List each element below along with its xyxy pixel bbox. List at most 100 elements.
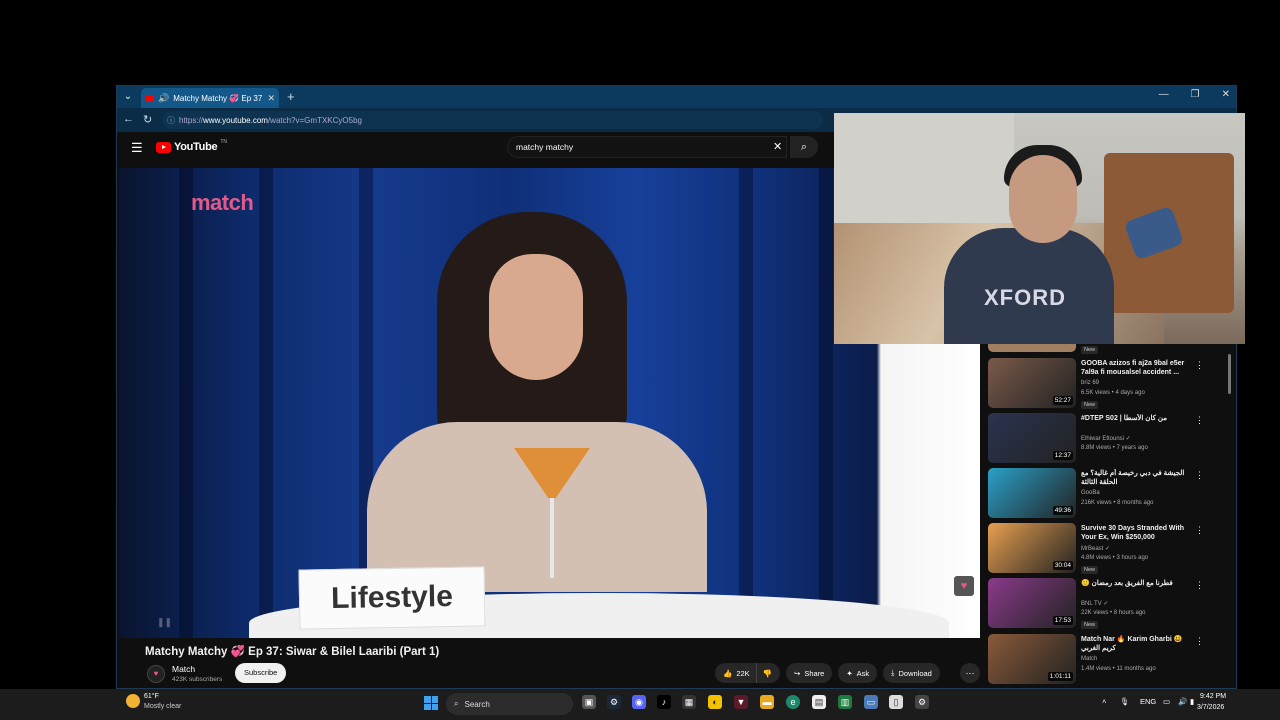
address-bar[interactable]: ⓘ https://www.youtube.com/watch?v=GmTXKC… [163, 111, 823, 129]
video-thumbnail[interactable]: 17:53 [988, 578, 1076, 628]
list-item[interactable]: 17:53 🙂 فطرنا مع الفريق بعد رمضان BNL TV ✓… [987, 578, 1227, 630]
new-badge: New [1081, 401, 1099, 409]
video-thumbnail[interactable]: 49:36 [988, 468, 1076, 518]
channel-name: briz 69 [1081, 380, 1100, 386]
video-meta: 1.4M views • 11 months ago [1081, 666, 1156, 672]
video-thumbnail[interactable]: 30:04 [988, 523, 1076, 573]
battery-icon[interactable]: ▮ [1190, 697, 1194, 706]
yellow-app-icon[interactable]: ◐ [708, 695, 722, 709]
list-item[interactable]: 49:36 الجيشة في دبي رخيصة أم غالية؟ مع ال… [987, 468, 1227, 520]
channel-name: Match [1081, 656, 1098, 662]
search-button[interactable]: ⌕ [790, 136, 818, 158]
video-thumbnail[interactable]: 12:37 [988, 413, 1076, 463]
taskbar-search[interactable]: ⌕ Search [446, 693, 573, 715]
edge-browser-icon[interactable]: e [786, 695, 800, 709]
like-count: 22K [736, 668, 750, 678]
weather-moon-icon[interactable] [126, 694, 140, 708]
video-duration: 17:53 [1052, 616, 1073, 625]
tiktok-icon[interactable]: ♪ [657, 695, 671, 709]
download-icon: ⤓ [891, 668, 895, 677]
url-domain: www.youtube.com [203, 115, 268, 125]
tray-chevron-up-icon[interactable]: ˄ [1102, 697, 1106, 706]
more-options-icon[interactable]: ⋮ [1195, 415, 1204, 426]
more-options-icon[interactable]: ⋮ [1195, 360, 1204, 371]
like-button[interactable]: 👍 22K [715, 663, 756, 683]
video-meta: 8.8M views • 7 years ago [1081, 445, 1148, 451]
name-card: Lifestyle [298, 566, 486, 630]
menu-hamburger-icon[interactable]: ☰ [131, 140, 143, 156]
list-item[interactable]: New [987, 344, 1227, 358]
video-meta: 22K views • 8 hours ago [1081, 610, 1146, 616]
volume-icon[interactable]: 🔊 [1178, 697, 1187, 706]
video-title: Match Nar 🔥 Karim Gharbi 😃 كريم الغربي [1081, 636, 1183, 652]
file-explorer-icon[interactable]: ▬ [760, 695, 774, 709]
tab-active[interactable]: 🔊 Matchy Matchy 💞 Ep 37: Siwar & Bilel L… [141, 88, 279, 108]
channel-name[interactable]: Match [172, 664, 195, 674]
dislike-button[interactable]: 👎 [755, 663, 781, 683]
taskbar-search-label: Search [464, 699, 490, 709]
document-icon[interactable]: ▤ [812, 695, 826, 709]
more-actions-icon[interactable]: ⋯ [960, 663, 980, 683]
channel-watermark-icon[interactable]: ♥ [954, 576, 974, 596]
video-title: الجيشة في دبي رخيصة أم غالية؟ مع الحلقة … [1081, 470, 1185, 486]
more-options-icon[interactable]: ⋮ [1195, 470, 1204, 481]
scroll-thumb[interactable] [1228, 354, 1231, 394]
close-window-icon[interactable]: ✕ [1222, 89, 1230, 100]
share-button[interactable]: ↪ Share [786, 663, 833, 683]
ask-button[interactable]: ✦ Ask [838, 663, 878, 683]
tab-list-chevron-icon[interactable]: ⌄ [121, 90, 135, 104]
reload-icon[interactable]: ↻ [143, 113, 152, 126]
microphone-icon[interactable]: 🎙 [1120, 697, 1130, 706]
more-options-icon[interactable]: ⋮ [1195, 580, 1204, 591]
player-pause-icon[interactable]: ❚❚ [157, 617, 172, 628]
video-thumbnail[interactable]: 1:01:11 [988, 634, 1076, 684]
subscribe-button[interactable]: Subscribe [235, 663, 287, 683]
window-controls: — ❐ ✕ [1159, 89, 1230, 100]
tab-close-icon[interactable]: ✕ [267, 93, 275, 104]
notepad-icon[interactable]: ▯ [889, 695, 903, 709]
more-options-icon[interactable]: ⋮ [1195, 636, 1204, 647]
search-clear-icon[interactable]: ✕ [773, 140, 782, 153]
channel-avatar[interactable]: ♥ [147, 665, 165, 683]
weather-temperature[interactable]: 61°F [144, 693, 159, 700]
spreadsheet-icon[interactable]: ▥ [838, 695, 852, 709]
youtube-logo[interactable]: YouTube TN [156, 139, 227, 153]
clock-date[interactable]: 3/7/2026 [1197, 704, 1224, 711]
sidebar-scrollbar[interactable] [1227, 344, 1232, 684]
grid-app-icon[interactable]: ▦ [682, 695, 696, 709]
list-item[interactable]: 30:04 Survive 30 Days Stranded With Your … [987, 523, 1227, 575]
download-button[interactable]: ⤓ Download [883, 663, 940, 683]
speaker-icon[interactable]: 🔊 [158, 93, 169, 104]
task-view-icon[interactable]: ▣ [582, 695, 596, 709]
start-windows-icon[interactable] [424, 696, 438, 710]
video-thumbnail[interactable]: 52:27 [988, 358, 1076, 408]
shirt-text: XFORD [984, 285, 1066, 310]
more-options-icon[interactable]: ⋮ [1195, 525, 1204, 536]
desktop: ⌄ 🔊 Matchy Matchy 💞 Ep 37: Siwar & Bilel… [0, 0, 1280, 720]
screen-app-icon[interactable]: ▭ [864, 695, 878, 709]
minimize-icon[interactable]: — [1159, 89, 1169, 100]
clock-time[interactable]: 9:42 PM [1200, 693, 1226, 700]
steam-icon[interactable]: ⚙ [607, 695, 621, 709]
list-item[interactable]: 1:01:11 Match Nar 🔥 Karim Gharbi 😃 كريم ا… [987, 634, 1227, 684]
channel-name: GooBa [1081, 490, 1100, 496]
search-input[interactable]: matchy matchy [507, 136, 787, 158]
media-app-icon[interactable]: ▼ [734, 695, 748, 709]
video-title: Matchy Matchy 💞 Ep 37: Siwar & Bilel Laa… [145, 646, 440, 658]
video-title: 🙂 فطرنا مع الفريق بعد رمضان [1081, 580, 1173, 587]
list-item[interactable]: 52:27 GOOBA azizos fi aj2a 9bal e5er 7al9… [987, 358, 1227, 410]
new-tab-plus-icon[interactable]: + [287, 89, 295, 104]
site-info-icon[interactable]: ⓘ [167, 115, 175, 126]
weather-description[interactable]: Mostly clear [144, 703, 181, 710]
discord-icon[interactable]: ◉ [632, 695, 646, 709]
back-arrow-icon[interactable]: ← [123, 113, 134, 125]
input-language[interactable]: ENG [1140, 697, 1156, 706]
restore-icon[interactable]: ❐ [1191, 89, 1200, 100]
list-item[interactable]: 12:37 #DTEP S02 | من كان الأسطا Elhiwar Et… [987, 413, 1227, 465]
search-icon: ⌕ [800, 141, 808, 153]
network-icon[interactable]: ▭ [1163, 697, 1170, 706]
video-duration: 49:36 [1052, 506, 1073, 515]
youtube-play-logo-icon [156, 141, 171, 153]
search-icon: ⌕ [454, 699, 459, 708]
settings-gear-icon[interactable]: ⚙ [915, 695, 929, 709]
